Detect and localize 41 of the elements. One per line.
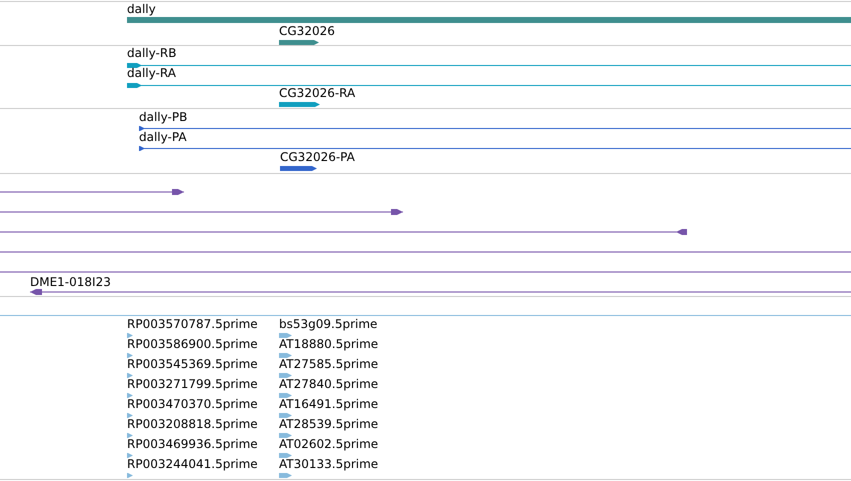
est-feature [279,432,293,438]
feature-label: RP003208818.5prime [127,417,258,431]
feature-label: RP003545369.5prime [127,357,258,371]
feature-label: AT27585.5prime [279,357,378,371]
feature-label: DME1-018I23 [30,275,111,289]
est-feature [279,372,293,378]
est-feature [127,332,134,338]
feature-label: AT18880.5prime [279,337,378,351]
feature-label: RP003470370.5prime [127,397,258,411]
est-feature [127,432,134,438]
feature-label: RP003586900.5prime [127,337,258,351]
feature-label: AT30133.5prime [279,457,378,471]
est-feature [127,392,134,398]
feature-label: AT02602.5prime [279,437,378,451]
feature-label: dally-PA [139,130,187,144]
est-feature [127,372,134,378]
est-feature [279,472,293,478]
feature-label: RP003570787.5prime [127,317,258,331]
feature-label: CG32026 [279,24,335,38]
est-feature [127,452,134,458]
feature-label: CG32026-RA [279,86,356,100]
feature-label: AT27840.5prime [279,377,378,391]
feature-label: AT28539.5prime [279,417,378,431]
feature-label: RP003244041.5prime [127,457,258,471]
est-feature [279,332,293,338]
est-feature [279,452,293,458]
feature-label: RP003469936.5prime [127,437,258,451]
est-feature [127,412,134,418]
feature-label: AT16491.5prime [279,397,378,411]
est-feature [279,412,293,418]
feature-label: bs53g09.5prime [279,317,378,331]
feature-label: dally [127,2,156,16]
feature-label: RP003271799.5prime [127,377,258,391]
feature-label: dally-RB [127,46,176,60]
feature-label: dally-PB [139,110,188,124]
est-feature [127,472,134,478]
est-feature [127,352,134,358]
feature-label: CG32026-PA [280,150,355,164]
feature-label: dally-RA [127,66,176,80]
est-feature [279,392,293,398]
est-feature [279,352,293,358]
